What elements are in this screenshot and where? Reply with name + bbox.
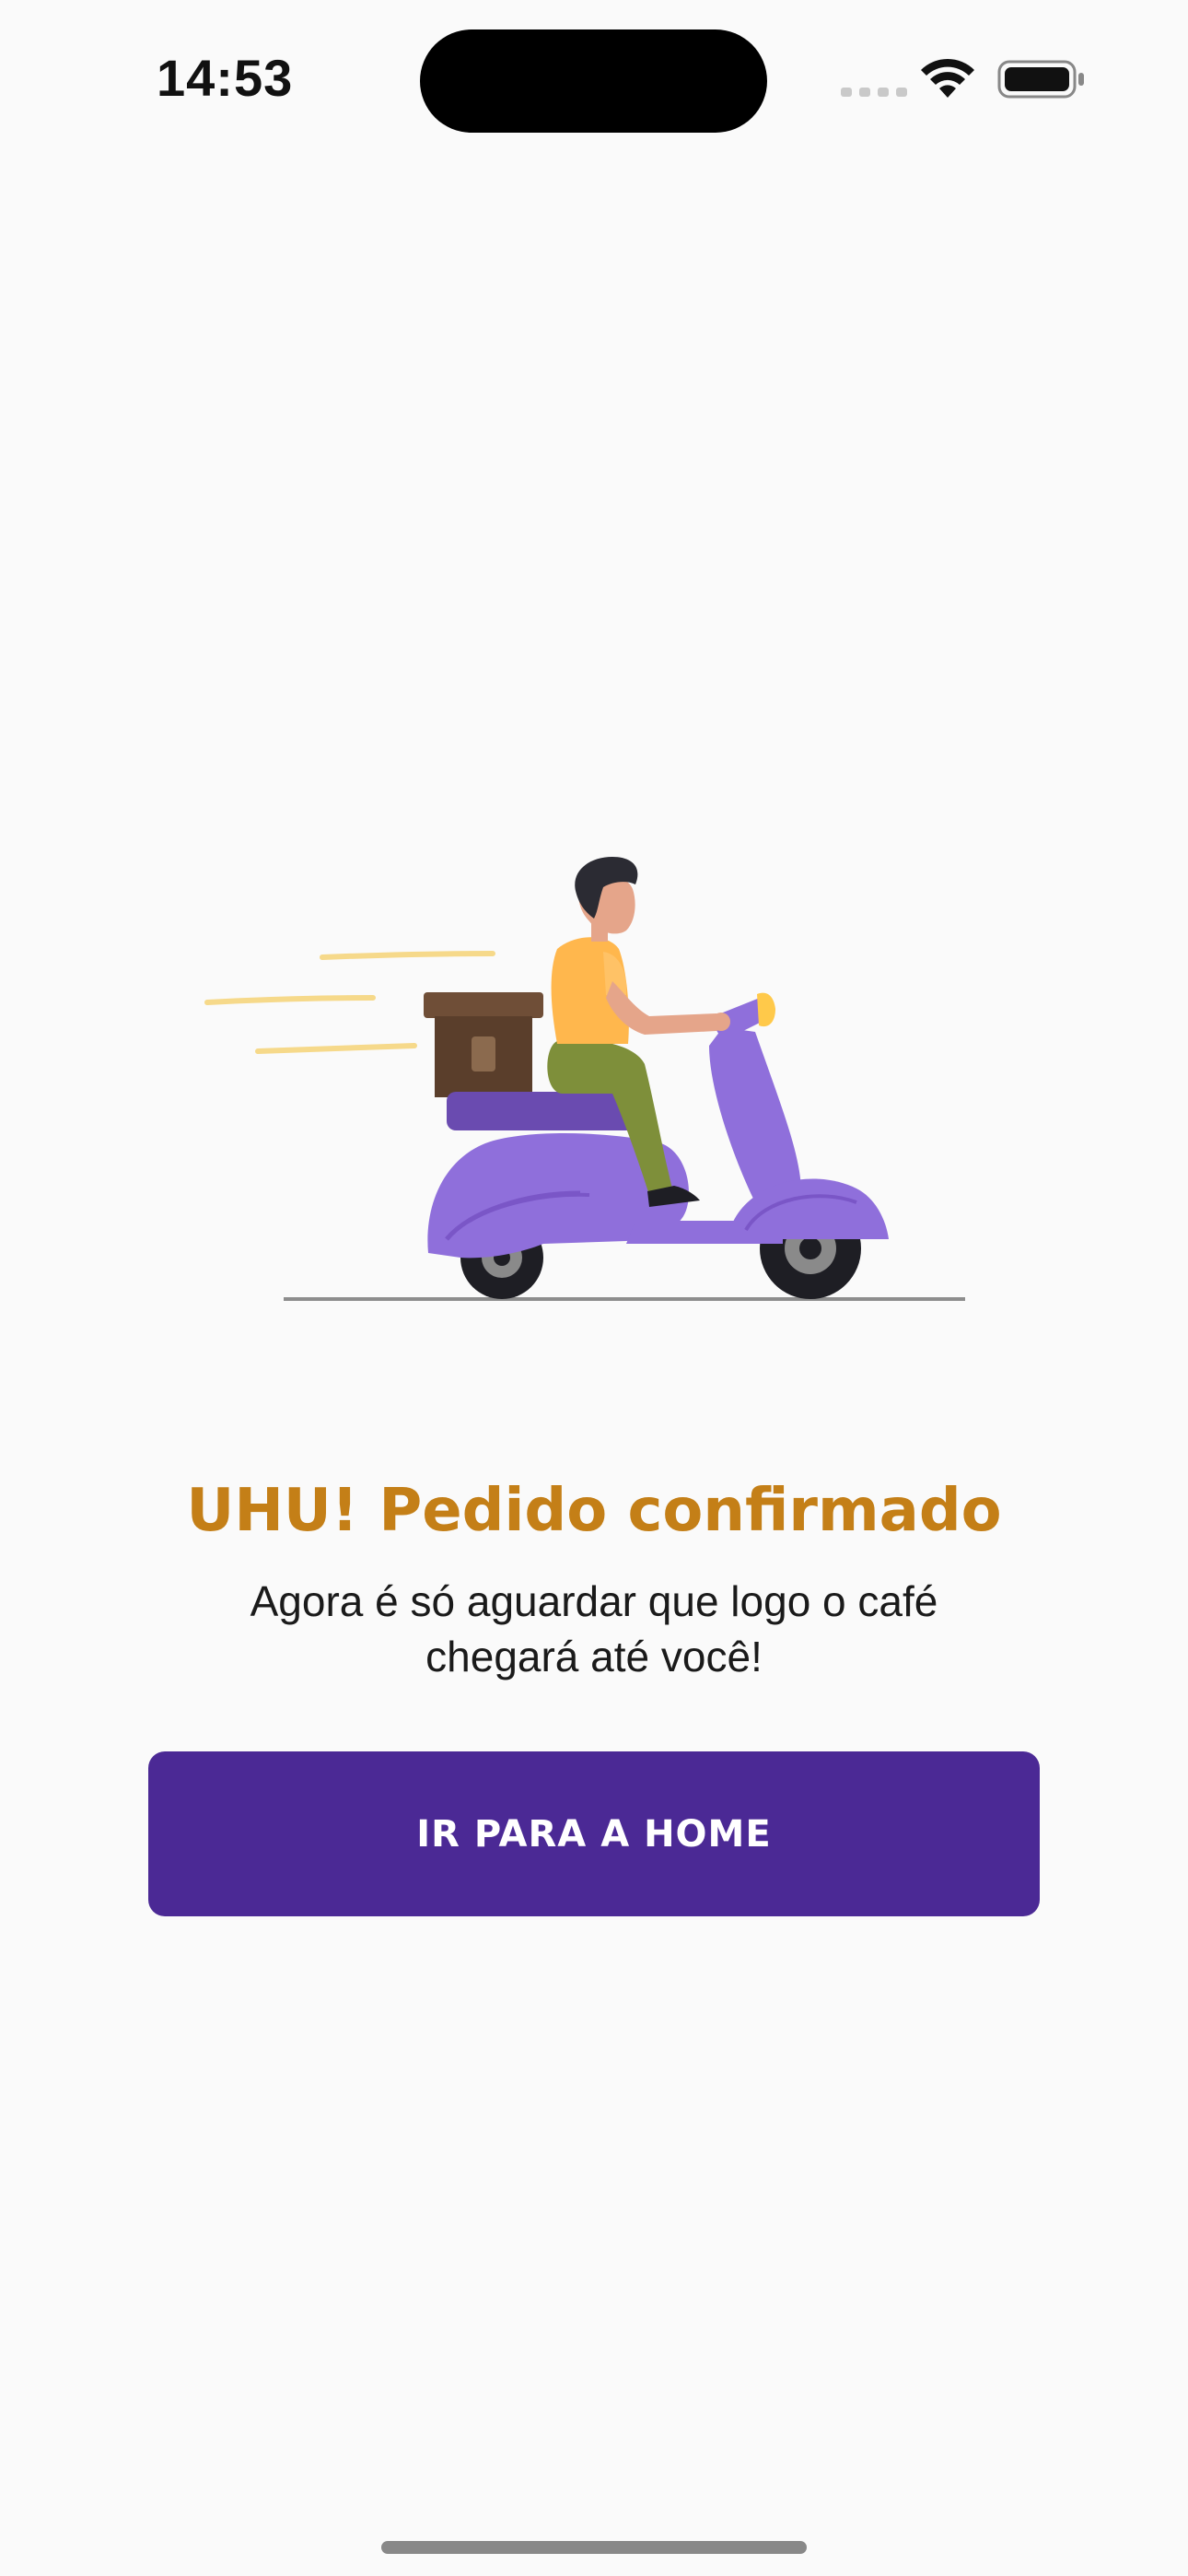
- status-time: 14:53: [157, 49, 294, 107]
- delivery-scooter-illustration: [204, 857, 965, 1301]
- confirmation-subtitle: Agora é só aguardar que logo o café cheg…: [250, 1577, 938, 1680]
- dynamic-island: [420, 29, 767, 133]
- battery-icon: [997, 60, 1084, 99]
- wifi-icon: [921, 58, 974, 98]
- confirmation-title: UHU! Pedido confirmado: [186, 1477, 1002, 1545]
- status-bar: 14:53: [0, 0, 1188, 157]
- go-home-button[interactable]: IR PARA A HOME: [148, 1751, 1040, 1916]
- home-indicator[interactable]: [381, 2541, 807, 2554]
- cellular-signal-icon: [841, 88, 907, 97]
